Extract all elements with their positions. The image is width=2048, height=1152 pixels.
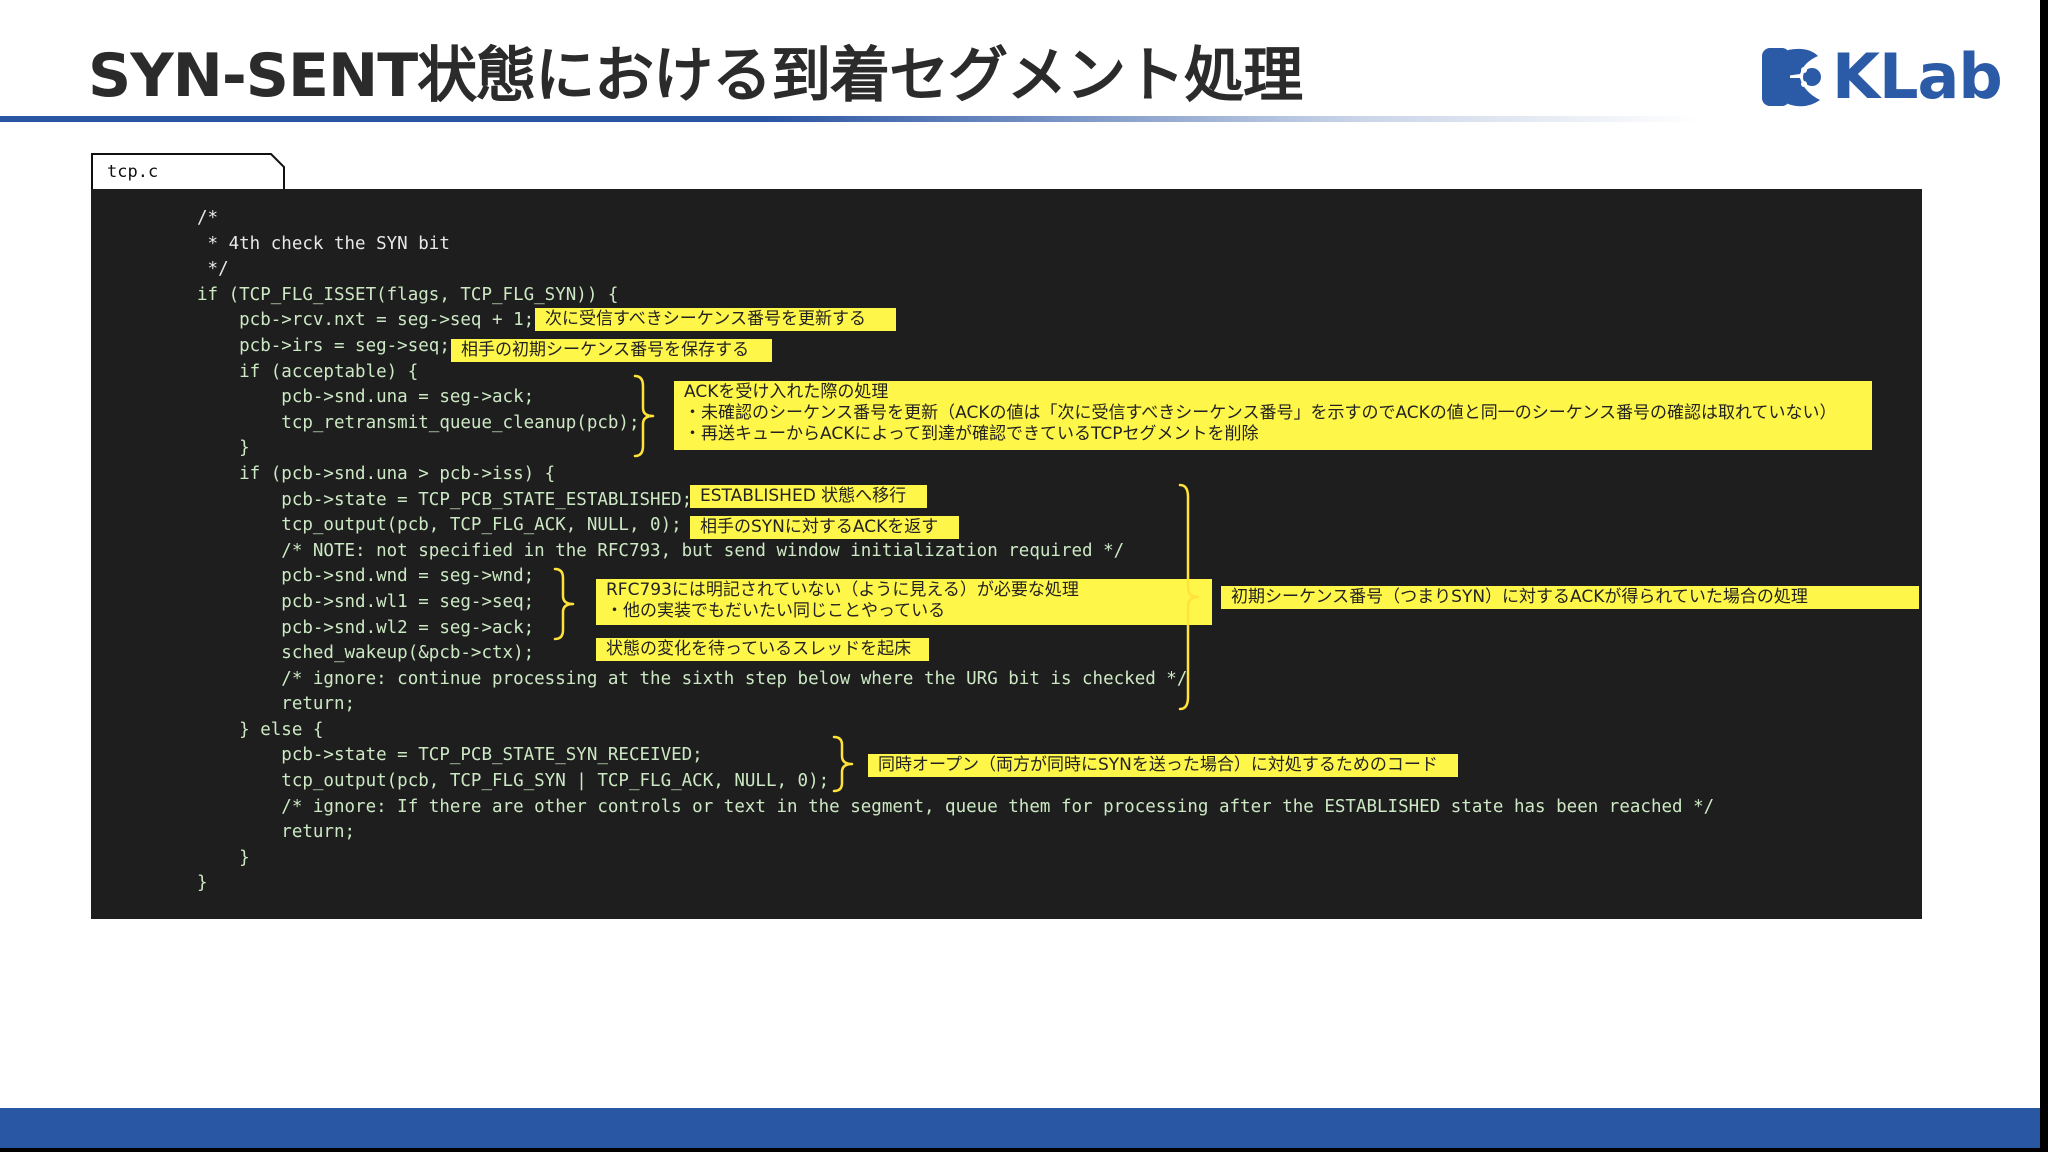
note-line: ・他の実装でもだいたい同じことやっている [606, 601, 946, 621]
note-ack-accept: ACKを受け入れた際の処理 ・未確認のシーケンス番号を更新（ACKの値は「次に受信… [674, 381, 1872, 450]
note-wakeup: 状態の変化を待っているスレッドを起床 [596, 638, 929, 661]
brace-simultaneous-open-icon [832, 735, 854, 793]
klab-logo-mark-icon [1762, 48, 1821, 107]
note-established: ESTABLISHED 状態へ移行 [690, 485, 927, 508]
code-line: /* [197, 208, 219, 228]
slide: SYN-SENT状態における到着セグメント処理 KLab tcp.c /* * … [0, 0, 2040, 1148]
note-simultaneous-open: 同時オープン（両方が同時にSYNを送った場合）に対処するためのコード [868, 754, 1458, 777]
code-line: return; [197, 822, 356, 843]
note-syn-ack: 相手のSYNに対するACKを返す [690, 516, 959, 539]
note-line: ESTABLISHED 状態へ移行 [700, 486, 907, 506]
note-line: ・未確認のシーケンス番号を更新（ACKの値は「次に受信すべきシーケンス番号」を示… [684, 403, 1837, 423]
code-line: if (pcb->snd.una > pcb->iss) { [197, 463, 556, 484]
note-irs: 相手の初期シーケンス番号を保存する [451, 339, 772, 362]
code-line: /* NOTE: not specified in the RFC793, bu… [197, 540, 1125, 561]
brace-initial-seq-icon [1178, 483, 1200, 711]
file-tab-label: tcp.c [107, 162, 159, 182]
note-line: 初期シーケンス番号（つまりSYN）に対するACKが得られていた場合の処理 [1231, 587, 1808, 607]
code-panel: /* * 4th check the SYN bit */ if (TCP_FLG… [91, 189, 1922, 919]
bottom-edge-bar [0, 1148, 2048, 1152]
klab-logo-text: KLab [1832, 40, 2003, 113]
note-line: 同時オープン（両方が同時にSYNを送った場合）に対処するためのコード [878, 755, 1438, 775]
code-line: /* ignore: If there are other controls o… [197, 796, 1715, 817]
note-line: 次に受信すべきシーケンス番号を更新する [545, 309, 866, 329]
note-rcv-nxt: 次に受信すべきシーケンス番号を更新する [535, 308, 896, 331]
code-line: pcb->state = TCP_PCB_STATE_ESTABLISHED; [197, 489, 693, 510]
code-line: if (TCP_FLG_ISSET(flags, TCP_FLG_SYN)) { [197, 284, 619, 305]
file-tab: tcp.c [91, 153, 285, 189]
title-underline [0, 116, 1700, 122]
note-line: RFC793には明記されていない（ように見える）が必要な処理 [606, 580, 1079, 600]
note-line: 相手の初期シーケンス番号を保存する [461, 340, 750, 360]
code-line: } [197, 847, 250, 868]
code-block: /* * 4th check the SYN bit */ if (TCP_FLG… [197, 206, 1714, 897]
footer-bar [0, 1108, 2040, 1148]
code-line: /* ignore: continue processing at the si… [197, 668, 1188, 689]
slide-title: SYN-SENT状態における到着セグメント処理 [88, 41, 1303, 111]
code-line: return; [197, 694, 356, 715]
brace-rfc793-icon [553, 567, 575, 641]
code-line: */ [197, 259, 229, 280]
code-line: pcb->irs = seg->seq; [197, 335, 450, 356]
code-line: * 4th check the SYN bit [197, 233, 450, 254]
note-line: 相手のSYNに対するACKを返す [700, 517, 939, 537]
note-initial-seq: 初期シーケンス番号（つまりSYN）に対するACKが得られていた場合の処理 [1221, 586, 1919, 609]
code-line: sched_wakeup(&pcb->ctx); [197, 643, 535, 664]
code-line: } else { [197, 719, 324, 740]
note-line: 状態の変化を待っているスレッドを起床 [606, 639, 912, 659]
klab-logo: KLab [1760, 44, 2003, 110]
note-rfc793: RFC793には明記されていない（ように見える）が必要な処理 ・他の実装でもだいた… [596, 579, 1212, 625]
code-line: pcb->rcv.nxt = seg->seq + 1; [197, 310, 535, 331]
code-line: } [197, 873, 208, 894]
brace-ack-accept-icon [633, 374, 655, 458]
note-line: ・再送キューからACKによって到達が確認できているTCPセグメントを削除 [684, 424, 1259, 444]
note-line: ACKを受け入れた際の処理 [684, 382, 889, 402]
right-edge-bar [2040, 0, 2048, 1152]
